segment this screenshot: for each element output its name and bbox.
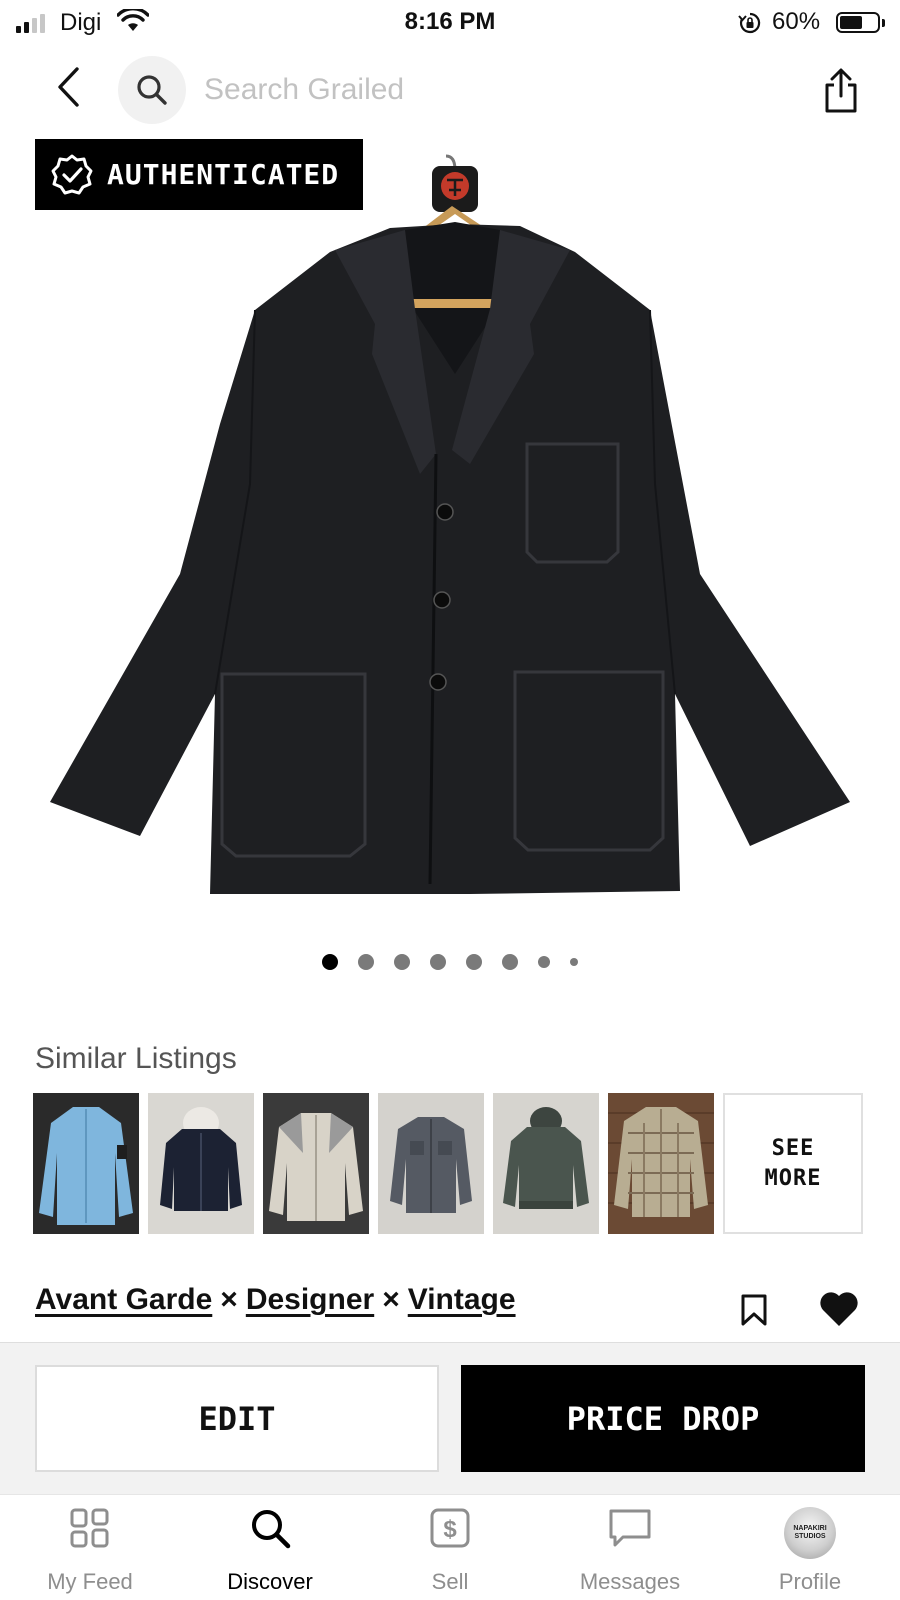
verified-badge-icon — [51, 154, 93, 194]
designer-list: Avant Garde × Designer × Vintage — [35, 1283, 516, 1317]
tab-messages[interactable]: Messages — [540, 1495, 720, 1600]
designer-separator: × — [220, 1283, 238, 1316]
svg-text:$: $ — [443, 1516, 457, 1543]
battery-cap — [882, 19, 885, 27]
similar-listing-thumb[interactable] — [493, 1093, 599, 1234]
listing-image-navy-hooded-jacket — [148, 1093, 254, 1234]
share-icon — [825, 68, 857, 113]
feed-grid-icon — [70, 1508, 109, 1548]
avatar: NAPAKIRI STUDIOS — [784, 1507, 836, 1559]
tab-label: Sell — [431, 1569, 469, 1594]
battery-icon — [836, 12, 880, 33]
carousel-dot[interactable] — [502, 954, 518, 970]
listing-image-olive-hoodie — [493, 1093, 599, 1234]
tab-my-feed[interactable]: My Feed — [0, 1495, 180, 1600]
authenticated-label: AUTHENTICATED — [107, 158, 340, 191]
listing-image-grey-denim-shirt — [378, 1093, 484, 1234]
carousel-dot[interactable] — [466, 954, 482, 970]
see-more-line1: SEE — [771, 1135, 815, 1161]
carousel-dot[interactable] — [538, 956, 550, 968]
search-icon — [137, 75, 167, 105]
tab-label: Discover — [227, 1569, 313, 1594]
designer-link[interactable]: Vintage — [408, 1283, 516, 1316]
avatar-text: NAPAKIRI STUDIOS — [793, 1525, 827, 1540]
carousel-dot[interactable] — [358, 954, 374, 970]
carousel-dot[interactable] — [570, 958, 578, 966]
search-button[interactable] — [118, 56, 186, 124]
battery-level-fill — [840, 16, 862, 29]
search-icon — [252, 1510, 291, 1549]
price-drop-button[interactable]: PRICE DROP — [461, 1365, 865, 1472]
battery-percent: 60% — [772, 8, 821, 35]
carousel-pagination — [0, 954, 900, 970]
bookmark-button[interactable] — [739, 1293, 769, 1327]
carousel-dot[interactable] — [322, 954, 338, 970]
search-input[interactable] — [204, 68, 764, 112]
chevron-left-icon — [58, 67, 79, 107]
designer-link[interactable]: Avant Garde — [35, 1283, 212, 1316]
similar-listing-thumb[interactable] — [608, 1093, 714, 1234]
tab-label: Profile — [778, 1569, 842, 1594]
tab-label: My Feed — [47, 1569, 133, 1594]
designer-link[interactable]: Designer — [246, 1283, 374, 1316]
similar-listing-thumb[interactable] — [148, 1093, 254, 1234]
tab-sell[interactable]: $ Sell — [360, 1495, 540, 1600]
listing-image-plaid-shirt — [608, 1093, 714, 1234]
product-image-jacket — [50, 154, 850, 894]
status-time: 8:16 PM — [404, 8, 496, 35]
similar-listings-title: Similar Listings — [35, 1042, 237, 1075]
listing-image-light-blue-overshirt — [33, 1093, 139, 1234]
tab-profile[interactable]: NAPAKIRI STUDIOS Profile — [720, 1495, 900, 1600]
carousel-dot[interactable] — [430, 954, 446, 970]
edit-button[interactable]: EDIT — [35, 1365, 439, 1472]
similar-listing-thumb[interactable] — [378, 1093, 484, 1234]
bottom-tab-bar: My Feed Discover $ Sell Messages NAPAKIR… — [0, 1494, 900, 1600]
similar-listing-thumb[interactable] — [33, 1093, 139, 1234]
listing-image-beige-track-jacket — [263, 1093, 369, 1234]
share-button[interactable] — [818, 66, 864, 116]
dollar-tag-icon: $ — [430, 1508, 470, 1548]
similar-listings-row: SEE MORE — [33, 1093, 863, 1234]
carousel-dot[interactable] — [394, 954, 410, 970]
tab-discover[interactable]: Discover — [180, 1495, 360, 1600]
see-more-line2: MORE — [764, 1165, 822, 1191]
listing-action-bar: EDIT PRICE DROP — [0, 1342, 900, 1494]
orientation-lock-icon — [738, 11, 762, 40]
see-more-button[interactable]: SEE MORE — [723, 1093, 863, 1234]
product-image-carousel[interactable]: AUTHENTICATED — [0, 134, 900, 1014]
designer-separator: × — [382, 1283, 400, 1316]
heart-icon — [820, 1292, 858, 1326]
tab-label: Messages — [579, 1569, 681, 1594]
favorite-button[interactable] — [818, 1290, 860, 1328]
nav-bar — [0, 46, 900, 134]
back-button[interactable] — [46, 64, 90, 110]
chat-bubble-icon — [609, 1509, 651, 1547]
similar-listing-thumb[interactable] — [263, 1093, 369, 1234]
authenticated-badge[interactable]: AUTHENTICATED — [35, 139, 363, 210]
bookmark-icon — [741, 1294, 767, 1326]
status-bar: Digi 8:16 PM 60% — [0, 0, 900, 46]
